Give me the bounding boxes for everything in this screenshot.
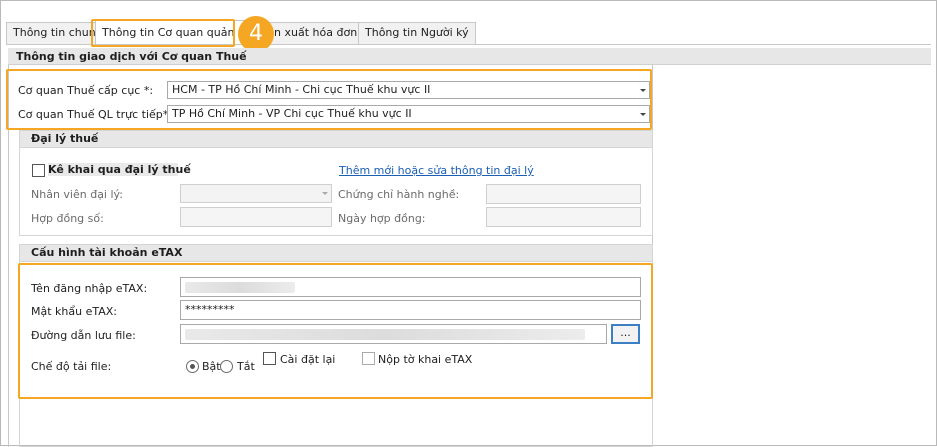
etax-username-input[interactable] [180,277,641,297]
download-mode-radio-group: Bật Tắt [182,353,258,380]
tab-management-agency[interactable]: Thông tin Cơ quan quản lý [95,20,255,45]
redacted-file-path [185,329,585,340]
download-mode-on-label: Bật [202,360,221,373]
direct-tax-office-value: TP Hồ Chí Minh - VP Chi cục Thuế khu vực… [172,107,412,120]
chevron-down-icon [640,113,646,116]
etax-password-label: Mật khẩu eTAX: [31,305,117,318]
add-agent-link[interactable]: Thêm mới hoặc sửa thông tin đại lý [339,164,534,177]
declare-via-agent-checkbox[interactable] [32,164,45,177]
contract-number-label: Hợp đồng số: [31,212,104,225]
tab-divider [6,44,931,45]
settings-window: Thông tin chung Thông tin Cơ quan quản l… [0,0,937,447]
contract-number-input[interactable] [180,207,332,227]
reinstall-label: Cài đặt lại [280,353,336,366]
etax-username-label: Tên đăng nhập eTAX: [31,282,148,295]
download-mode-on-radio[interactable] [186,360,199,373]
agent-staff-label: Nhân viên đại lý: [31,188,123,201]
parent-tax-office-value: HCM - TP Hồ Chí Minh - Chi cục Thuế khu … [172,83,431,96]
tab-signer-info[interactable]: Thông tin Người ký [358,22,476,44]
agent-staff-select[interactable] [180,184,332,203]
tax-agent-group-header: Đại lý thuế [19,130,653,148]
etax-password-input[interactable]: ********* [180,300,641,320]
file-path-label: Đường dẫn lưu file: [31,329,136,342]
download-mode-off-radio[interactable] [220,360,233,373]
etax-group-header: Cấu hình tài khoản eTAX [19,244,653,262]
certificate-input[interactable] [486,184,641,204]
browse-button[interactable]: ... [611,324,640,344]
parent-tax-office-label: Cơ quan Thuế cấp cục *: [18,84,154,97]
direct-tax-office-label: Cơ quan Thuế QL trực tiếp*: [18,108,172,121]
file-path-input[interactable] [180,324,607,344]
declare-via-agent-label: Kê khai qua đại lý thuế [48,163,191,176]
redacted-username [185,282,295,293]
download-mode-off-label: Tắt [237,360,255,373]
step-number-badge: 4 [238,16,274,52]
certificate-label: Chứng chỉ hành nghề: [338,188,460,201]
contract-date-input[interactable] [486,207,641,227]
etax-password-value: ********* [185,303,235,316]
reinstall-checkbox[interactable] [263,352,276,365]
section-title: Thông tin giao dịch với Cơ quan Thuế [8,48,931,65]
direct-tax-office-select[interactable]: TP Hồ Chí Minh - VP Chi cục Thuế khu vực… [167,105,650,123]
chevron-down-icon [640,89,646,92]
parent-tax-office-select[interactable]: HCM - TP Hồ Chí Minh - Chi cục Thuế khu … [167,81,650,99]
chevron-down-icon [322,192,328,195]
submit-etax-label: Nộp tờ khai eTAX [378,353,473,366]
contract-date-label: Ngày hợp đồng: [338,212,426,225]
download-mode-label: Chế độ tải file: [31,360,112,373]
submit-etax-checkbox[interactable] [362,352,375,365]
